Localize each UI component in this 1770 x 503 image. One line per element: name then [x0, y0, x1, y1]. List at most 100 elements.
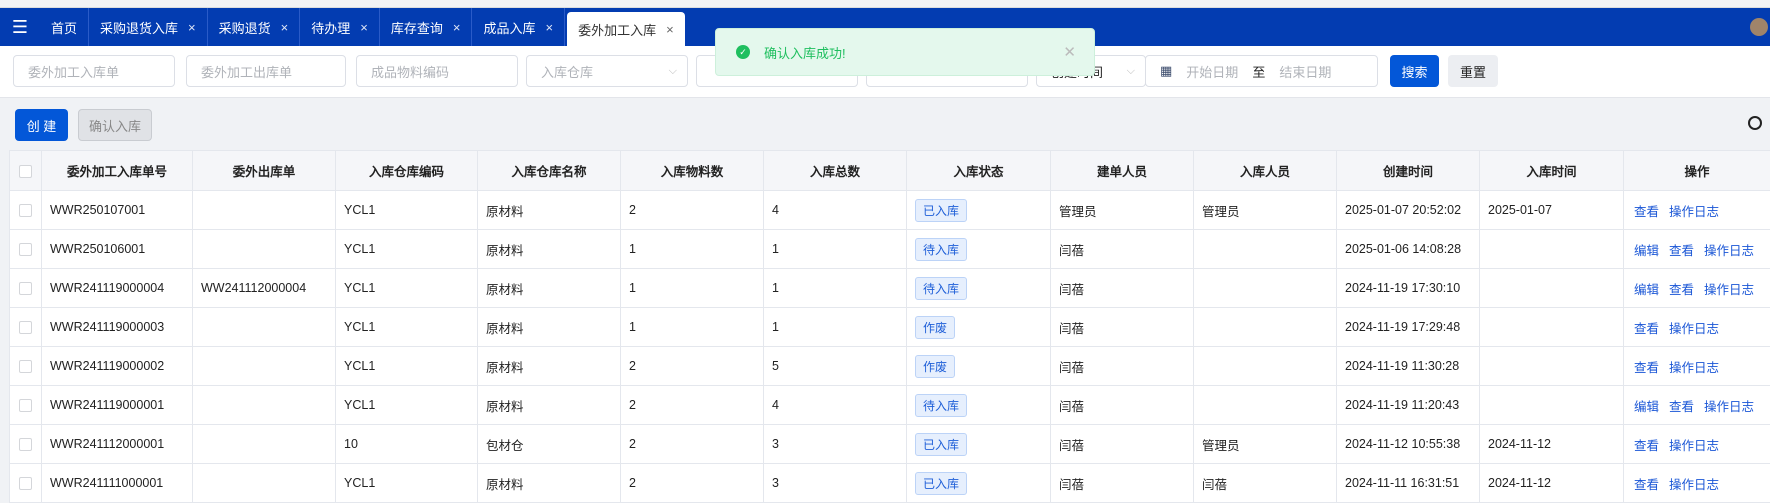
- cell: WWR250106001: [42, 230, 193, 269]
- action-link[interactable]: 查看: [1634, 478, 1659, 492]
- outbound-order-input[interactable]: 委外加工出库单: [186, 55, 346, 87]
- checkbox[interactable]: [19, 399, 32, 412]
- cell: [1194, 386, 1337, 425]
- action-link[interactable]: 查看: [1669, 283, 1694, 297]
- cell: [1480, 386, 1624, 425]
- close-tab-icon[interactable]: ×: [545, 20, 553, 35]
- action-link[interactable]: 操作日志: [1669, 439, 1719, 453]
- action-link[interactable]: 操作日志: [1669, 478, 1719, 492]
- cell: [1480, 269, 1624, 308]
- search-button[interactable]: 搜索: [1390, 55, 1439, 87]
- checkbox[interactable]: [19, 321, 32, 334]
- column-header: 入库物料数: [621, 151, 764, 191]
- cell: 4: [764, 386, 907, 425]
- menu-toggle-icon[interactable]: ☰: [0, 8, 40, 46]
- action-link[interactable]: 查看: [1634, 439, 1659, 453]
- material-code-input[interactable]: 成品物料编码: [356, 55, 518, 87]
- tab-3[interactable]: 待办理×: [300, 8, 380, 46]
- row-select[interactable]: [10, 425, 42, 464]
- table-row: WWR241111000001YCL1原材料23已入库闫蓓闫蓓2024-11-1…: [10, 464, 1770, 503]
- search-icon[interactable]: [1748, 116, 1762, 130]
- row-select[interactable]: [10, 308, 42, 347]
- action-link[interactable]: 操作日志: [1669, 322, 1719, 336]
- action-link[interactable]: 编辑: [1634, 283, 1659, 297]
- cell: WWR250107001: [42, 191, 193, 230]
- close-tab-icon[interactable]: ×: [453, 20, 461, 35]
- cell: YCL1: [336, 269, 478, 308]
- action-link[interactable]: 查看: [1634, 322, 1659, 336]
- date-range-picker[interactable]: ▦ 开始日期 至 结束日期: [1145, 55, 1378, 87]
- cell: 3: [764, 464, 907, 503]
- cell: [1194, 308, 1337, 347]
- checkbox[interactable]: [19, 477, 32, 490]
- row-select[interactable]: [10, 464, 42, 503]
- tab-1[interactable]: 采购退货入库×: [89, 8, 208, 46]
- warehouse-select[interactable]: 入库仓库⌵: [526, 55, 688, 87]
- tab-0[interactable]: 首页: [40, 8, 89, 46]
- cell-actions: 编辑查看操作日志: [1624, 269, 1770, 308]
- cell: [1194, 347, 1337, 386]
- action-link[interactable]: 查看: [1669, 244, 1694, 258]
- row-select[interactable]: [10, 191, 42, 230]
- start-date[interactable]: 开始日期: [1186, 62, 1238, 81]
- checkbox[interactable]: [19, 282, 32, 295]
- cell: WWR241119000002: [42, 347, 193, 386]
- action-link[interactable]: 操作日志: [1669, 361, 1719, 375]
- close-tab-icon[interactable]: ×: [360, 20, 368, 35]
- row-select[interactable]: [10, 230, 42, 269]
- column-header: 委外出库单: [193, 151, 336, 191]
- inbound-order-input[interactable]: 委外加工入库单: [13, 55, 175, 87]
- reset-button[interactable]: 重置: [1448, 55, 1498, 87]
- action-link[interactable]: 编辑: [1634, 244, 1659, 258]
- end-date[interactable]: 结束日期: [1279, 62, 1331, 81]
- close-tab-icon[interactable]: ×: [666, 22, 674, 37]
- tab-6[interactable]: 委外加工入库×: [567, 12, 685, 46]
- confirm-inbound-button[interactable]: 确认入库: [78, 109, 152, 141]
- cell: [1194, 269, 1337, 308]
- tab-5[interactable]: 成品入库×: [472, 8, 565, 46]
- action-link[interactable]: 查看: [1669, 400, 1694, 414]
- close-tab-icon[interactable]: ×: [188, 20, 196, 35]
- cell: 原材料: [478, 308, 621, 347]
- close-icon[interactable]: ✕: [1063, 43, 1076, 61]
- cell: 管理员: [1194, 425, 1337, 464]
- cell: [193, 347, 336, 386]
- action-link[interactable]: 操作日志: [1669, 205, 1719, 219]
- column-header: 建单人员: [1051, 151, 1194, 191]
- tab-2[interactable]: 采购退货×: [208, 8, 301, 46]
- table-row: WWR241119000002YCL1原材料25作废闫蓓2024-11-19 1…: [10, 347, 1770, 386]
- cell: 2024-11-19 11:30:28: [1337, 347, 1480, 386]
- cell: [193, 191, 336, 230]
- cell: YCL1: [336, 230, 478, 269]
- checkbox[interactable]: [19, 165, 32, 178]
- row-select[interactable]: [10, 386, 42, 425]
- tab-4[interactable]: 库存查询×: [380, 8, 473, 46]
- cell: [193, 425, 336, 464]
- action-link[interactable]: 查看: [1634, 205, 1659, 219]
- avatar[interactable]: [1750, 18, 1768, 36]
- checkbox[interactable]: [19, 438, 32, 451]
- row-select[interactable]: [10, 269, 42, 308]
- action-link[interactable]: 编辑: [1634, 400, 1659, 414]
- action-link[interactable]: 操作日志: [1704, 400, 1754, 414]
- action-link[interactable]: 操作日志: [1704, 244, 1754, 258]
- action-link[interactable]: 操作日志: [1704, 283, 1754, 297]
- checkbox[interactable]: [19, 360, 32, 373]
- cell: 2024-11-12 10:55:38: [1337, 425, 1480, 464]
- create-button[interactable]: 创 建: [15, 109, 68, 141]
- cell: 1: [621, 308, 764, 347]
- checkbox[interactable]: [19, 243, 32, 256]
- cell-actions: 编辑查看操作日志: [1624, 386, 1770, 425]
- close-tab-icon[interactable]: ×: [281, 20, 289, 35]
- cell-actions: 查看操作日志: [1624, 347, 1770, 386]
- cell: 2: [621, 386, 764, 425]
- checkbox[interactable]: [19, 204, 32, 217]
- cell: [1480, 308, 1624, 347]
- select-all[interactable]: [10, 151, 42, 191]
- cell: WWR241119000001: [42, 386, 193, 425]
- action-link[interactable]: 查看: [1634, 361, 1659, 375]
- cell: 闫蓓: [1051, 347, 1194, 386]
- row-select[interactable]: [10, 347, 42, 386]
- column-header: 入库总数: [764, 151, 907, 191]
- cell: 1: [764, 308, 907, 347]
